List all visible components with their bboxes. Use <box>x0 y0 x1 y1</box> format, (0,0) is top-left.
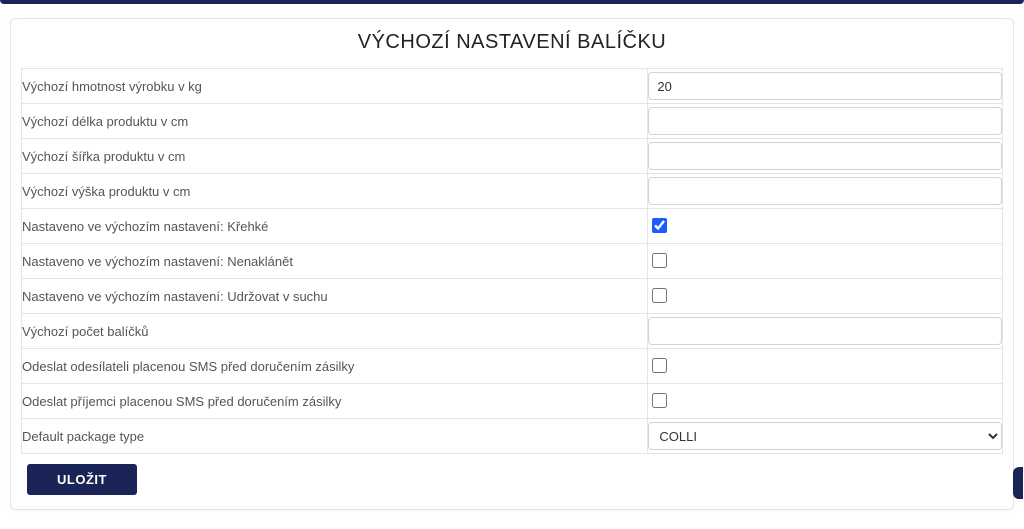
row-height: Výchozí výška produktu v cm <box>22 174 1003 209</box>
row-count: Výchozí počet balíčků <box>22 314 1003 349</box>
row-fragile: Nastaveno ve výchozím nastavení: Křehké <box>22 209 1003 244</box>
row-weight: Výchozí hmotnost výrobku v kg <box>22 69 1003 104</box>
top-accent-bar <box>0 0 1024 4</box>
label-count: Výchozí počet balíčků <box>22 314 648 349</box>
input-count[interactable] <box>648 317 1002 345</box>
checkbox-smsrecip[interactable] <box>652 393 667 408</box>
input-weight[interactable] <box>648 72 1002 100</box>
checkbox-notilt[interactable] <box>652 253 667 268</box>
row-pkgtype: Default package type COLLI <box>22 419 1003 454</box>
label-keepdry: Nastaveno ve výchozím nastavení: Udržova… <box>22 279 648 314</box>
row-width: Výchozí šířka produktu v cm <box>22 139 1003 174</box>
select-pkgtype[interactable]: COLLI <box>648 422 1002 450</box>
save-button[interactable]: ULOŽIT <box>27 464 137 495</box>
input-length[interactable] <box>648 107 1002 135</box>
checkbox-fragile[interactable] <box>652 218 667 233</box>
settings-table: Výchozí hmotnost výrobku v kg Výchozí dé… <box>21 68 1003 454</box>
right-accent-tab <box>1013 467 1023 499</box>
input-height[interactable] <box>648 177 1002 205</box>
row-smsrecip: Odeslat příjemci placenou SMS před doruč… <box>22 384 1003 419</box>
label-smssender: Odeslat odesílateli placenou SMS před do… <box>22 349 648 384</box>
checkbox-smssender[interactable] <box>652 358 667 373</box>
settings-card: VÝCHOZÍ NASTAVENÍ BALÍČKU Výchozí hmotno… <box>10 18 1014 510</box>
checkbox-keepdry[interactable] <box>652 288 667 303</box>
label-weight: Výchozí hmotnost výrobku v kg <box>22 69 648 104</box>
label-width: Výchozí šířka produktu v cm <box>22 139 648 174</box>
label-smsrecip: Odeslat příjemci placenou SMS před doruč… <box>22 384 648 419</box>
page-title: VÝCHOZÍ NASTAVENÍ BALÍČKU <box>21 31 1003 54</box>
label-notilt: Nastaveno ve výchozím nastavení: Nenaklá… <box>22 244 648 279</box>
row-notilt: Nastaveno ve výchozím nastavení: Nenaklá… <box>22 244 1003 279</box>
label-length: Výchozí délka produktu v cm <box>22 104 648 139</box>
input-width[interactable] <box>648 142 1002 170</box>
label-pkgtype: Default package type <box>22 419 648 454</box>
row-length: Výchozí délka produktu v cm <box>22 104 1003 139</box>
label-height: Výchozí výška produktu v cm <box>22 174 648 209</box>
row-smssender: Odeslat odesílateli placenou SMS před do… <box>22 349 1003 384</box>
row-keepdry: Nastaveno ve výchozím nastavení: Udržova… <box>22 279 1003 314</box>
label-fragile: Nastaveno ve výchozím nastavení: Křehké <box>22 209 648 244</box>
